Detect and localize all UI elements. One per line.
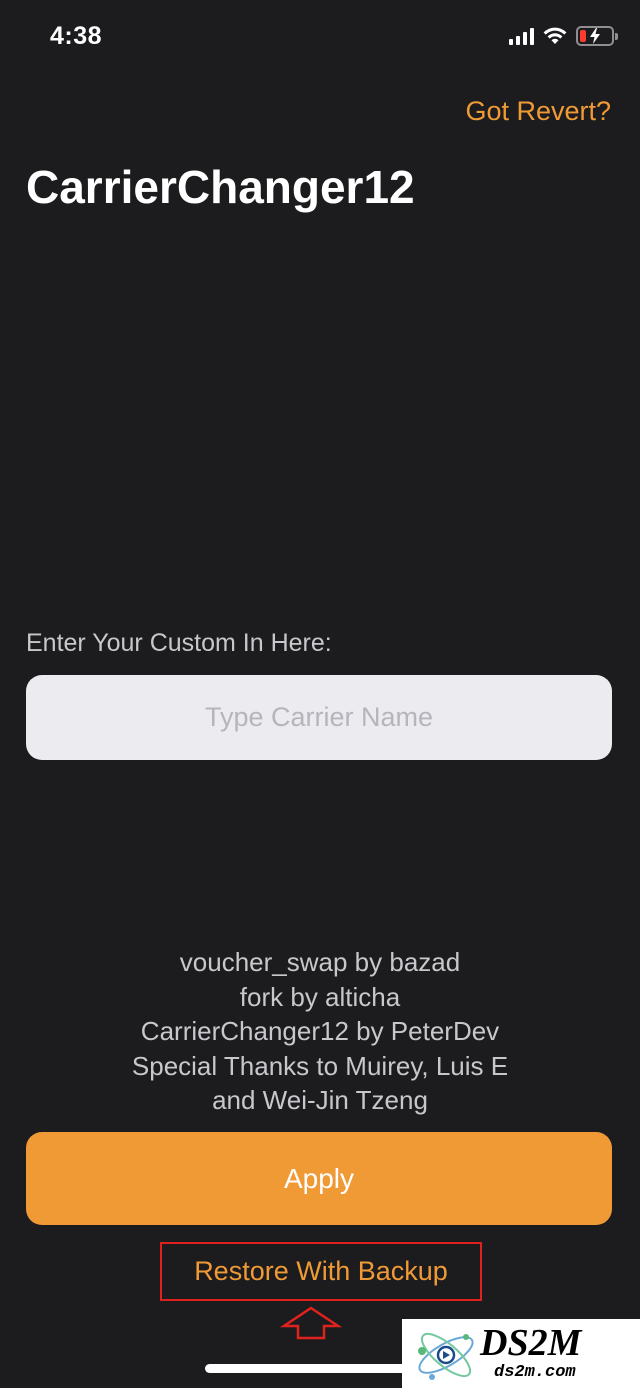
battery-level <box>580 30 586 42</box>
wifi-icon <box>543 27 567 44</box>
atom-logo-icon <box>418 1332 474 1380</box>
got-revert-link[interactable]: Got Revert? <box>465 96 611 127</box>
watermark-brand: DS2M <box>480 1322 582 1364</box>
battery-icon <box>576 26 618 46</box>
apply-button[interactable]: Apply <box>26 1132 612 1225</box>
watermark-logo: DS2M ds2m.com <box>402 1319 640 1388</box>
credits-line: voucher_swap by bazad <box>179 947 461 977</box>
cellular-signal-icon <box>509 27 534 45</box>
custom-carrier-label: Enter Your Custom In Here: <box>26 629 332 657</box>
carrier-name-input[interactable] <box>26 675 612 760</box>
status-icons <box>509 26 618 46</box>
app-screen: 4:38 Got Revert? CarrierChanger12 Enter … <box>0 0 640 1388</box>
up-arrow-annotation-icon <box>280 1306 342 1340</box>
page-title: CarrierChanger12 <box>26 161 415 213</box>
credits-line: fork by alticha <box>239 981 401 1012</box>
watermark-site: ds2m.com <box>494 1363 576 1382</box>
home-indicator[interactable] <box>205 1364 435 1373</box>
status-time: 4:38 <box>50 22 103 50</box>
credits-line: CarrierChanger12 by PeterDev <box>140 1016 500 1046</box>
credits-line: and Wei-Jin Tzeng <box>212 1085 428 1115</box>
charging-bolt-icon <box>590 28 600 44</box>
restore-with-backup-button[interactable]: Restore With Backup <box>160 1242 482 1301</box>
credits-text: voucher_swap by bazad fork by alticha Carr… <box>0 945 640 1118</box>
credits-line: Special Thanks to Muirey, Luis E <box>131 1050 509 1081</box>
